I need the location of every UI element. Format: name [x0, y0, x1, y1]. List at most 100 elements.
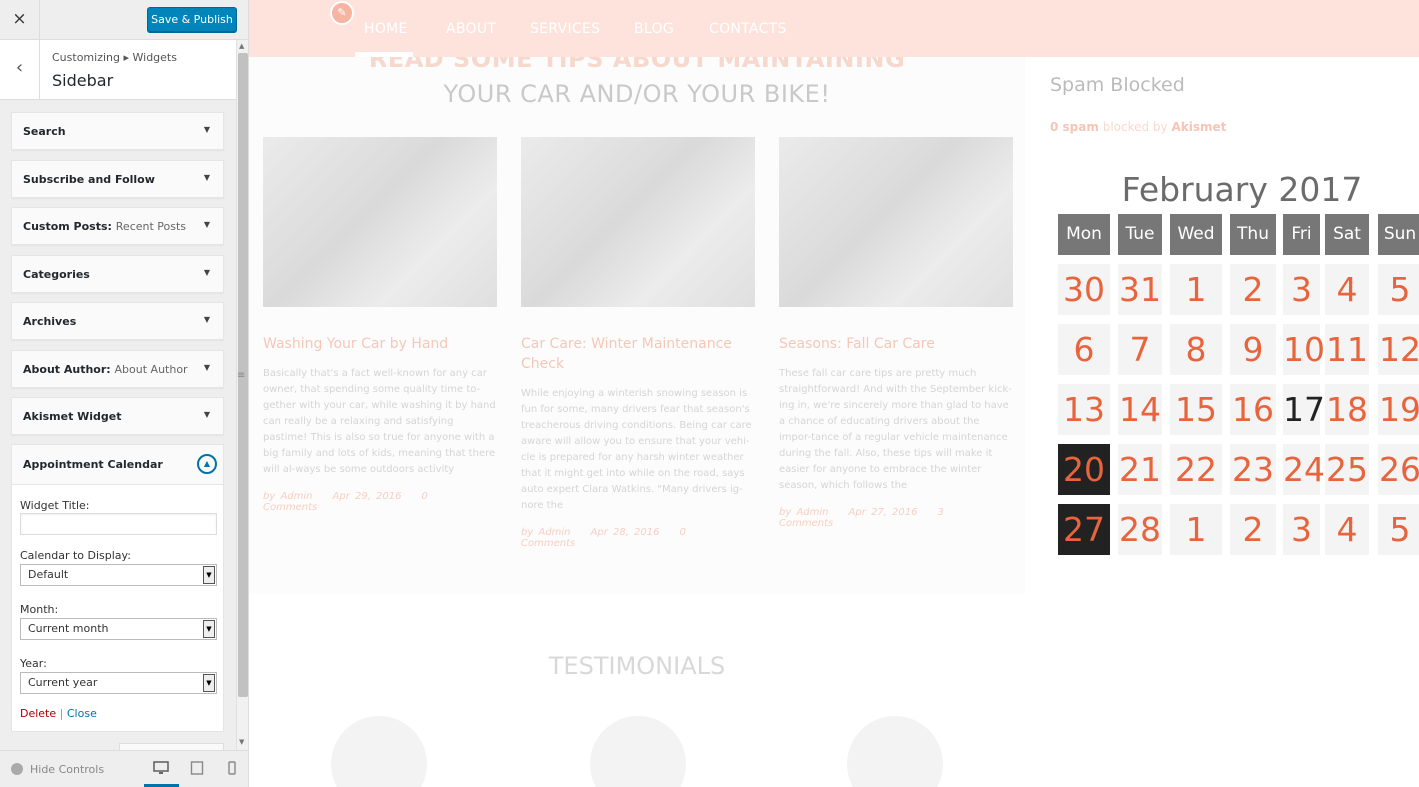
nav-home[interactable]: HOME [364, 21, 408, 37]
mobile-preview-icon[interactable] [224, 761, 240, 775]
calendar-day[interactable]: 24 [1283, 444, 1325, 495]
post-author[interactable]: by Admin [779, 507, 829, 518]
scroll-down-icon[interactable]: ▼ [239, 738, 244, 746]
calendar-day[interactable]: 22 [1170, 444, 1222, 495]
widget-subscribe-follow[interactable]: Subscribe and Follow ▼ [11, 159, 224, 198]
hide-controls-button[interactable]: Hide Controls [11, 763, 104, 776]
site-preview: READ SOME TIPS ABOUT MAINTAINING YOUR CA… [249, 0, 1419, 787]
post-image[interactable] [779, 137, 1013, 307]
caret-down-icon[interactable]: ▼ [204, 125, 210, 134]
close-icon[interactable]: × [0, 0, 40, 39]
post-date[interactable]: Apr 27, 2016 [849, 507, 918, 518]
caret-down-icon[interactable]: ▼ [204, 410, 210, 419]
calendar-day[interactable]: 3 [1283, 264, 1320, 315]
calendar-day[interactable]: 14 [1118, 384, 1162, 435]
desktop-preview-icon[interactable] [153, 761, 169, 775]
post-title[interactable]: Seasons: Fall Car Care [779, 334, 1013, 354]
widget-akismet[interactable]: Akismet Widget ▼ [11, 397, 224, 435]
calendar-day[interactable]: 15 [1170, 384, 1222, 435]
post-meta: by Admin Apr 27, 2016 3 Comments [779, 507, 1013, 529]
calendar-day[interactable]: 25 [1325, 444, 1369, 495]
calendar-day[interactable]: 1 [1170, 504, 1222, 555]
calendar-day[interactable]: 17 [1283, 384, 1325, 435]
calendar-day[interactable]: 9 [1230, 324, 1276, 375]
customizer-header: × Save & Publish [0, 0, 248, 40]
calendar-day[interactable]: 31 [1118, 264, 1162, 315]
resize-handle-icon[interactable]: ≡ [237, 370, 245, 381]
calendar-day[interactable]: 16 [1230, 384, 1276, 435]
calendar-day[interactable]: 26 [1378, 444, 1419, 495]
widget-custom-posts[interactable]: Custom Posts: Recent Posts ▼ [11, 207, 224, 245]
widget-header[interactable]: Appointment Calendar ▲ [12, 445, 223, 485]
calendar-select[interactable]: Default ▼ [20, 564, 217, 586]
post-title[interactable]: Washing Your Car by Hand [263, 334, 497, 354]
calendar-day[interactable]: 12 [1378, 324, 1419, 375]
calendar-day[interactable]: 5 [1378, 264, 1419, 315]
save-publish-button[interactable]: Save & Publish [147, 7, 237, 32]
calendar-day[interactable]: 6 [1058, 324, 1110, 375]
widget-actions: Delete | Close [20, 707, 97, 720]
calendar-day[interactable]: 5 [1378, 504, 1419, 555]
post-date[interactable]: Apr 29, 2016 [333, 491, 402, 502]
year-label: Year: [20, 657, 47, 670]
caret-down-icon[interactable]: ▼ [204, 363, 210, 372]
post-author[interactable]: by Admin [521, 527, 571, 538]
dropdown-arrow-icon[interactable]: ▼ [203, 620, 215, 638]
widget-about-author[interactable]: About Author: About Author ▼ [11, 349, 224, 388]
breadcrumb-section: ‹ Customizing ▸ Widgets Sidebar [0, 40, 236, 100]
nav-about[interactable]: ABOUT [446, 21, 496, 37]
edit-pencil-icon[interactable]: ✎ [330, 1, 354, 25]
calendar-day[interactable]: 4 [1325, 504, 1369, 555]
calendar-day[interactable]: 2 [1230, 264, 1276, 315]
calendar-day[interactable]: 13 [1058, 384, 1110, 435]
month-select[interactable]: Current month ▼ [20, 618, 217, 640]
caret-down-icon[interactable]: ▼ [204, 220, 210, 229]
testimonial-avatar [590, 716, 686, 787]
calendar-day[interactable]: 21 [1118, 444, 1162, 495]
calendar-day[interactable]: 27 [1058, 504, 1110, 555]
caret-up-icon[interactable]: ▲ [197, 454, 217, 474]
caret-down-icon[interactable]: ▼ [204, 315, 210, 324]
akismet-link[interactable]: Akismet [1171, 120, 1226, 134]
calendar-day[interactable]: 1 [1170, 264, 1222, 315]
calendar-day[interactable]: 28 [1118, 504, 1162, 555]
widget-title-label: Widget Title: [20, 499, 90, 512]
calendar-day[interactable]: 7 [1118, 324, 1162, 375]
widget-search[interactable]: Search ▼ [11, 112, 224, 150]
caret-down-icon[interactable]: ▼ [204, 173, 210, 182]
widget-categories[interactable]: Categories ▼ [11, 254, 224, 293]
back-arrow-icon[interactable]: ‹ [0, 40, 40, 99]
calendar-day[interactable]: 23 [1230, 444, 1276, 495]
calendar-day[interactable]: 8 [1170, 324, 1222, 375]
post-author[interactable]: by Admin [263, 491, 313, 502]
post-title[interactable]: Car Care: Winter Maintenance Check [521, 334, 755, 374]
dropdown-arrow-icon[interactable]: ▼ [203, 566, 215, 584]
widget-title-input[interactable] [20, 513, 217, 535]
scroll-up-icon[interactable]: ▲ [239, 42, 244, 50]
blog-post: Seasons: Fall Car Care These fall car ca… [779, 137, 1013, 529]
nav-services[interactable]: SERVICES [530, 21, 600, 37]
calendar-day[interactable]: 3 [1283, 504, 1320, 555]
post-date[interactable]: Apr 28, 2016 [591, 527, 660, 538]
calendar-day[interactable]: 30 [1058, 264, 1110, 315]
widget-title: Archives [23, 315, 77, 328]
calendar-day[interactable]: 18 [1325, 384, 1369, 435]
calendar-day[interactable]: 11 [1325, 324, 1369, 375]
calendar-day[interactable]: 4 [1325, 264, 1369, 315]
nav-blog[interactable]: BLOG [634, 21, 674, 37]
year-select[interactable]: Current year ▼ [20, 672, 217, 694]
calendar-day[interactable]: 2 [1230, 504, 1276, 555]
close-link[interactable]: Close [67, 707, 97, 720]
post-image[interactable] [263, 137, 497, 307]
calendar-day[interactable]: 10 [1283, 324, 1325, 375]
calendar-day[interactable]: 19 [1378, 384, 1419, 435]
widget-archives[interactable]: Archives ▼ [11, 302, 224, 340]
nav-contacts[interactable]: CONTACTS [709, 21, 787, 37]
caret-down-icon[interactable]: ▼ [204, 268, 210, 277]
dropdown-arrow-icon[interactable]: ▼ [203, 674, 215, 692]
tablet-preview-icon[interactable] [189, 761, 205, 775]
delete-link[interactable]: Delete [20, 707, 56, 720]
calendar-day[interactable]: 20 [1058, 444, 1110, 495]
post-image[interactable] [521, 137, 755, 307]
scrollbar[interactable]: ▲ ▼ [236, 40, 248, 750]
